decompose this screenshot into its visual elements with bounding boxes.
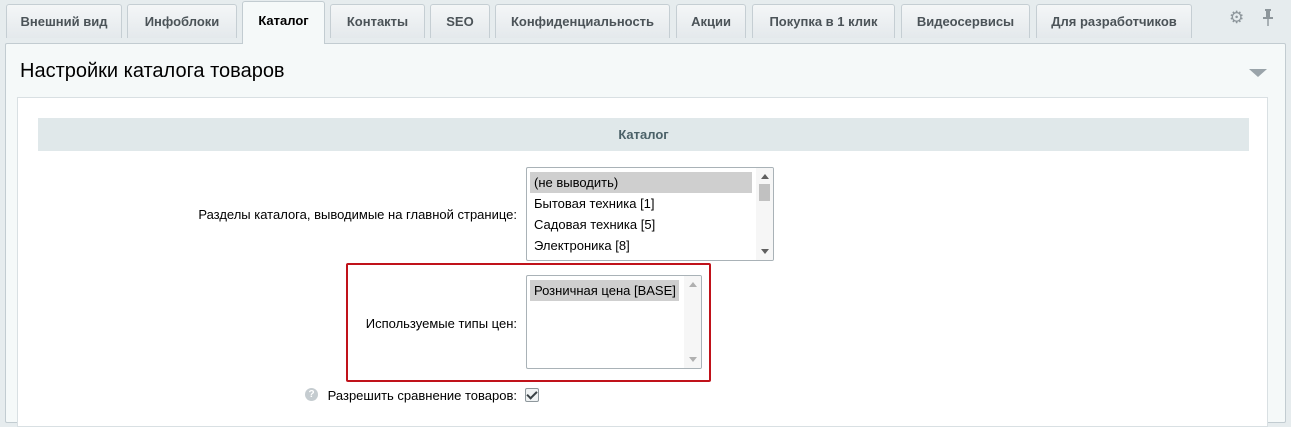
scroll-thumb[interactable] <box>759 184 770 201</box>
scroll-down-icon[interactable] <box>761 249 769 254</box>
scroll-up-icon[interactable] <box>761 174 769 179</box>
pin-icon[interactable] <box>1262 9 1274 29</box>
tab-video-services[interactable]: Видеосервисы <box>901 4 1030 38</box>
checkmark-icon <box>526 388 538 400</box>
sections-scrollbar[interactable] <box>756 168 773 260</box>
compare-checkbox[interactable] <box>525 388 539 402</box>
tab-seo[interactable]: SEO <box>430 4 490 38</box>
collapse-arrow-icon[interactable] <box>1249 69 1267 77</box>
tab-strip: Внешний вид Инфоблоки Каталог Контакты S… <box>0 0 1291 44</box>
help-icon[interactable]: ? <box>305 388 318 401</box>
list-item[interactable]: (не выводить) <box>530 172 752 193</box>
compare-label: Разрешить сравнение товаров: <box>327 388 517 403</box>
tab-privacy[interactable]: Конфиденциальность <box>495 4 670 38</box>
sections-label: Разделы каталога, выводимые на главной с… <box>198 207 517 222</box>
list-item[interactable]: Садовая техника [5] <box>530 214 752 235</box>
tab-catalog[interactable]: Каталог <box>242 1 325 44</box>
section-title: Настройки каталога товаров <box>20 60 285 82</box>
tab-one-click-buy[interactable]: Покупка в 1 клик <box>752 4 895 38</box>
gear-icon[interactable]: ⚙ <box>1229 9 1244 26</box>
tab-contacts[interactable]: Контакты <box>330 4 425 38</box>
list-item[interactable]: Бытовая техника [1] <box>530 193 752 214</box>
group-header: Каталог <box>38 118 1249 151</box>
tab-developers[interactable]: Для разработчиков <box>1036 4 1192 38</box>
tab-appearance[interactable]: Внешний вид <box>6 4 122 38</box>
list-item[interactable]: Электроника [8] <box>530 235 752 256</box>
tab-infoblocks[interactable]: Инфоблоки <box>127 4 237 38</box>
sections-listbox[interactable]: (не выводить) Бытовая техника [1] Садова… <box>526 167 774 261</box>
highlight-frame <box>346 263 711 382</box>
tab-promotions[interactable]: Акции <box>676 4 746 38</box>
